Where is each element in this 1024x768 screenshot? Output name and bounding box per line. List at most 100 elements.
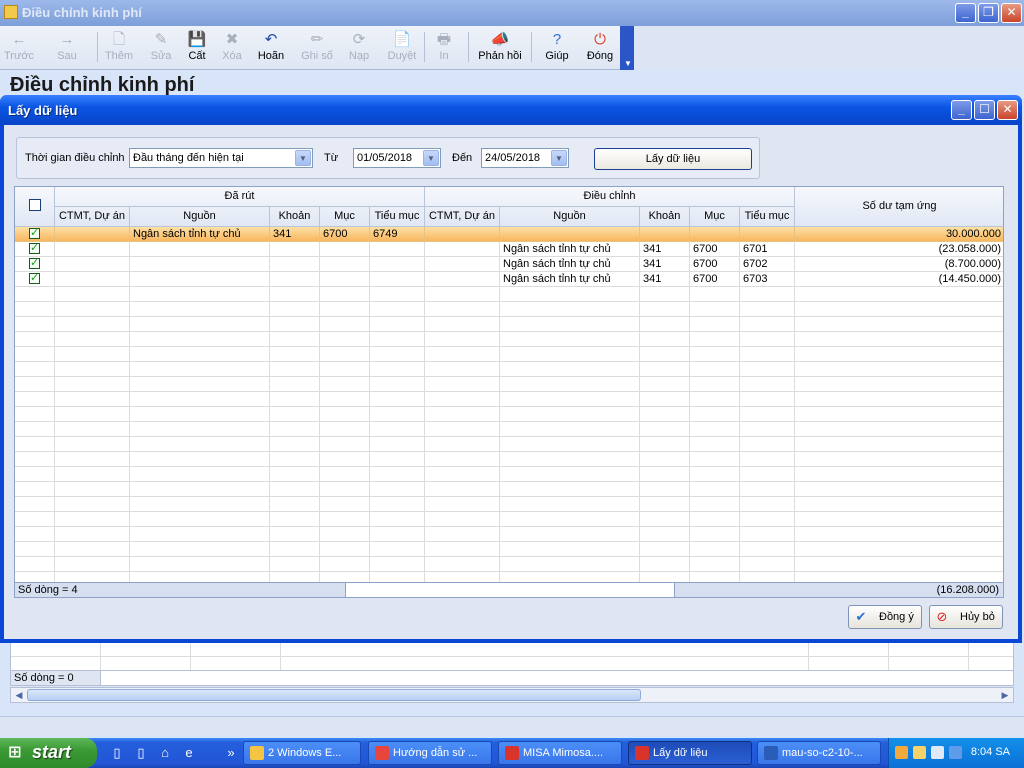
table-row[interactable]: Ngân sách tỉnh tự chủ34167006702(8.700.0… bbox=[15, 257, 1003, 272]
toolbar-close-button[interactable]: ⏻ Đóng bbox=[580, 28, 620, 68]
scroll-left-icon[interactable]: ◀ bbox=[12, 689, 26, 701]
cell-a-project[interactable] bbox=[425, 227, 500, 242]
dialog-minimize-button[interactable]: _ bbox=[951, 100, 972, 120]
table-row[interactable]: Ngân sách tỉnh tự chủ34167006749 30.000.0… bbox=[15, 227, 1003, 242]
toolbar-load-button[interactable]: ⟳ Nạp bbox=[344, 28, 374, 68]
tray-app-icon[interactable] bbox=[913, 746, 926, 759]
cell-w-khoan[interactable] bbox=[270, 272, 320, 287]
fetch-data-button[interactable]: Lấy dữ liệu bbox=[594, 148, 752, 170]
ok-button[interactable]: ✔ Đồng ý bbox=[848, 605, 922, 629]
cell-a-source[interactable]: Ngân sách tỉnh tự chủ bbox=[500, 272, 640, 287]
column-header[interactable]: Mục bbox=[690, 207, 740, 227]
cell-w-muc[interactable]: 6700 bbox=[320, 227, 370, 242]
cell-balance[interactable]: 30.000.000 bbox=[795, 227, 1003, 242]
tray-network-icon[interactable] bbox=[931, 746, 944, 759]
cell-a-project[interactable] bbox=[425, 272, 500, 287]
table-row[interactable]: Ngân sách tỉnh tự chủ34167006701(23.058.… bbox=[15, 242, 1003, 257]
from-date-picker[interactable]: 01/05/2018 ▼ bbox=[353, 148, 441, 168]
quicklaunch-ie-icon[interactable]: e bbox=[180, 744, 198, 762]
cell-w-source[interactable]: Ngân sách tỉnh tự chủ bbox=[130, 227, 270, 242]
cell-a-source[interactable] bbox=[500, 227, 640, 242]
cell-w-tieumuc[interactable]: 6749 bbox=[370, 227, 425, 242]
cell-a-project[interactable] bbox=[425, 257, 500, 272]
scroll-right-icon[interactable]: ▶ bbox=[998, 689, 1012, 701]
toolbar-save-button[interactable]: 💾 Cất bbox=[182, 28, 212, 68]
chevron-down-icon[interactable]: ▼ bbox=[295, 150, 311, 166]
cell-w-project[interactable] bbox=[55, 257, 130, 272]
select-all-checkbox[interactable] bbox=[28, 199, 41, 211]
column-header[interactable]: Nguồn bbox=[130, 207, 270, 227]
cell-w-muc[interactable] bbox=[320, 242, 370, 257]
toolbar-back-button[interactable]: ← Trước bbox=[4, 28, 34, 68]
calendar-dropdown-icon[interactable]: ▼ bbox=[551, 150, 567, 166]
toolbar-print-button[interactable]: 🖶 In bbox=[428, 28, 460, 68]
column-header[interactable]: Khoản bbox=[270, 207, 320, 227]
tray-language-icon[interactable] bbox=[949, 746, 962, 759]
main-minimize-button[interactable]: _ bbox=[955, 3, 976, 23]
cell-a-khoan[interactable] bbox=[640, 227, 690, 242]
cell-a-tieumuc[interactable] bbox=[740, 227, 795, 242]
column-header[interactable]: Tiểu mục bbox=[740, 207, 795, 227]
cell-w-khoan[interactable] bbox=[270, 242, 320, 257]
cell-a-source[interactable]: Ngân sách tỉnh tự chủ bbox=[500, 242, 640, 257]
tray-expand-icon[interactable] bbox=[895, 746, 908, 759]
row-checkbox[interactable] bbox=[29, 227, 40, 240]
cell-w-muc[interactable] bbox=[320, 257, 370, 272]
toolbar-post-button[interactable]: ✏ Ghi sổ bbox=[296, 28, 338, 68]
calendar-dropdown-icon[interactable]: ▼ bbox=[423, 150, 439, 166]
cell-w-project[interactable] bbox=[55, 242, 130, 257]
cell-w-khoan[interactable]: 341 bbox=[270, 227, 320, 242]
cell-balance[interactable]: (23.058.000) bbox=[795, 242, 1003, 257]
scrollbar-thumb[interactable] bbox=[27, 689, 641, 701]
cell-w-project[interactable] bbox=[55, 227, 130, 242]
toolbar-delete-button[interactable]: ✖ Xóa bbox=[216, 28, 248, 68]
quicklaunch-document-icon[interactable]: ▯ bbox=[132, 744, 150, 762]
cell-w-tieumuc[interactable] bbox=[370, 242, 425, 257]
cell-w-tieumuc[interactable] bbox=[370, 257, 425, 272]
quicklaunch-app-icon[interactable]: ⌂ bbox=[156, 744, 174, 762]
cell-w-tieumuc[interactable] bbox=[370, 272, 425, 287]
taskbar-button[interactable]: Hướng dẫn sử ... bbox=[368, 741, 492, 765]
cell-a-project[interactable] bbox=[425, 242, 500, 257]
dialog-maximize-button[interactable]: ☐ bbox=[974, 100, 995, 120]
toolbar-feedback-button[interactable]: 📣 Phản hồi bbox=[474, 28, 526, 68]
column-header[interactable]: Tiểu mục bbox=[370, 207, 425, 227]
cell-a-tieumuc[interactable]: 6703 bbox=[740, 272, 795, 287]
cell-a-tieumuc[interactable]: 6702 bbox=[740, 257, 795, 272]
taskbar-button[interactable]: MISA Mimosa.... bbox=[498, 741, 622, 765]
cell-a-khoan[interactable]: 341 bbox=[640, 242, 690, 257]
horizontal-scrollbar[interactable]: ◀ ▶ bbox=[10, 687, 1014, 703]
toolbar-help-button[interactable]: ? Giúp bbox=[536, 28, 578, 68]
cell-w-muc[interactable] bbox=[320, 272, 370, 287]
main-restore-button[interactable]: ❐ bbox=[978, 3, 999, 23]
table-row[interactable]: Ngân sách tỉnh tự chủ34167006703(14.450.… bbox=[15, 272, 1003, 287]
row-select-cell[interactable] bbox=[15, 257, 55, 272]
cell-a-source[interactable]: Ngân sách tỉnh tự chủ bbox=[500, 257, 640, 272]
dialog-close-button[interactable]: ✕ bbox=[997, 100, 1018, 120]
row-checkbox[interactable] bbox=[29, 257, 40, 270]
row-select-cell[interactable] bbox=[15, 272, 55, 287]
cancel-button[interactable]: ⊘ Hủy bỏ bbox=[929, 605, 1003, 629]
cell-w-source[interactable] bbox=[130, 242, 270, 257]
cell-a-khoan[interactable]: 341 bbox=[640, 272, 690, 287]
cell-balance[interactable]: (14.450.000) bbox=[795, 272, 1003, 287]
column-header[interactable]: Mục bbox=[320, 207, 370, 227]
row-select-cell[interactable] bbox=[15, 242, 55, 257]
main-close-button[interactable]: ✕ bbox=[1001, 3, 1022, 23]
cell-a-muc[interactable]: 6700 bbox=[690, 242, 740, 257]
cell-w-source[interactable] bbox=[130, 272, 270, 287]
cell-a-muc[interactable] bbox=[690, 227, 740, 242]
period-select[interactable]: Đầu tháng đến hiện tại ▼ bbox=[129, 148, 313, 168]
row-checkbox[interactable] bbox=[29, 242, 40, 255]
quicklaunch-expand-icon[interactable]: » bbox=[222, 744, 240, 762]
row-checkbox[interactable] bbox=[29, 272, 40, 285]
taskbar-button[interactable]: 2 Windows E... bbox=[243, 741, 361, 765]
cell-w-khoan[interactable] bbox=[270, 257, 320, 272]
toolbar-edit-button[interactable]: ✎ Sửa bbox=[144, 28, 178, 68]
cell-balance[interactable]: (8.700.000) bbox=[795, 257, 1003, 272]
column-header[interactable]: Nguồn bbox=[500, 207, 640, 227]
to-date-picker[interactable]: 24/05/2018 ▼ bbox=[481, 148, 569, 168]
cell-a-khoan[interactable]: 341 bbox=[640, 257, 690, 272]
column-header[interactable]: Khoản bbox=[640, 207, 690, 227]
cell-a-tieumuc[interactable]: 6701 bbox=[740, 242, 795, 257]
